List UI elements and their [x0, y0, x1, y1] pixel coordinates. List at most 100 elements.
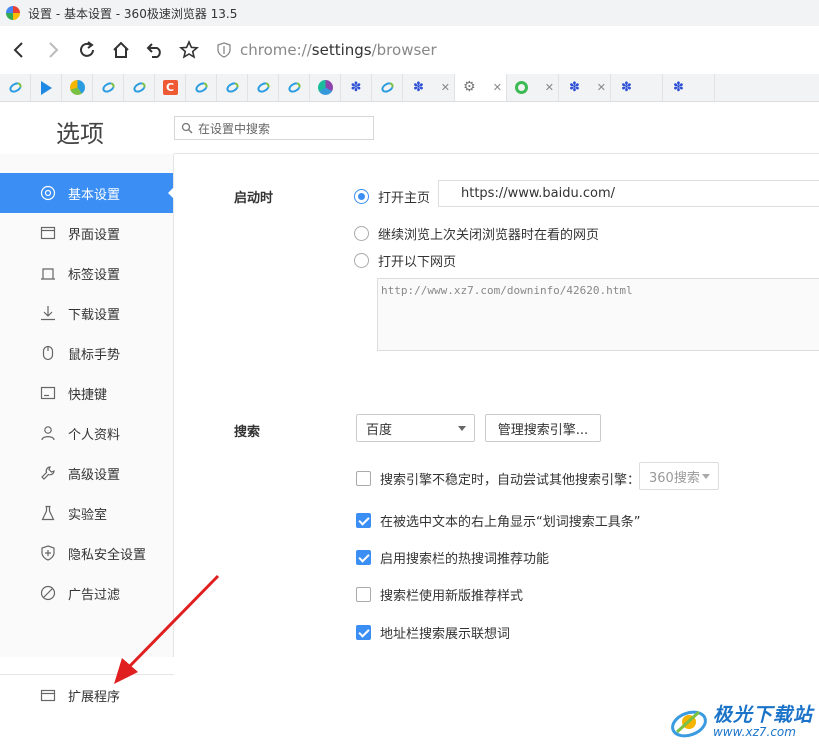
- browser-logo-icon: [6, 6, 20, 20]
- sidebar-item-lab[interactable]: 实验室: [0, 493, 173, 533]
- undo-close-button[interactable]: [138, 33, 172, 67]
- sidebar-item-shortcuts[interactable]: 快捷键: [0, 373, 173, 413]
- tab[interactable]: [310, 74, 341, 101]
- checkbox[interactable]: [356, 625, 371, 640]
- tab[interactable]: [279, 74, 310, 101]
- sidebar-item-label: 标签设置: [68, 267, 121, 283]
- chevron-right-icon: [49, 42, 59, 58]
- new-style-option[interactable]: 搜索栏使用新版推荐样式: [356, 585, 523, 604]
- tab-strip: C ✽ ✽ ✕ ⚙ ✕ ✕ ✽ ✕ ✽ ✽: [0, 74, 819, 102]
- star-icon: [179, 40, 199, 59]
- sidebar-item-label: 高级设置: [68, 467, 121, 483]
- search-placeholder: 在设置中搜索: [198, 121, 271, 136]
- forward-button[interactable]: [36, 33, 70, 67]
- hot-words-option[interactable]: 启用搜索栏的热搜词推荐功能: [356, 548, 549, 567]
- tab[interactable]: ✽: [611, 74, 663, 101]
- tab[interactable]: [0, 74, 31, 101]
- tab[interactable]: ✽: [341, 74, 372, 101]
- divider: [0, 674, 174, 675]
- settings-search-input[interactable]: 在设置中搜索: [174, 116, 374, 140]
- q-circle-icon: [515, 81, 528, 94]
- close-tab-icon[interactable]: ✕: [441, 81, 450, 94]
- tab[interactable]: [248, 74, 279, 101]
- checkbox[interactable]: [356, 513, 371, 528]
- tab[interactable]: [217, 74, 248, 101]
- 360-logo-icon: [317, 80, 333, 95]
- wrench-icon: [40, 465, 56, 481]
- startup-continue-option[interactable]: 继续浏览上次关闭浏览器时在看的网页: [354, 224, 599, 243]
- sidebar-item-advanced[interactable]: 高级设置: [0, 453, 173, 493]
- fallback-engine-option[interactable]: 搜索引擎不稳定时，自动尝试其他搜索引擎：: [356, 469, 640, 488]
- tab[interactable]: ✕: [507, 74, 559, 101]
- startup-homepage-option[interactable]: 打开主页: [354, 187, 430, 206]
- checkbox[interactable]: [356, 471, 371, 486]
- reload-icon: [80, 41, 94, 57]
- undo-icon: [146, 43, 161, 58]
- checkbox[interactable]: [356, 587, 371, 602]
- search-engine-select[interactable]: 百度: [356, 414, 475, 442]
- sidebar-item-profile[interactable]: 个人资料: [0, 413, 173, 453]
- tab[interactable]: ✽ ✕: [559, 74, 611, 101]
- tab[interactable]: ✽: [663, 74, 715, 101]
- tab[interactable]: [186, 74, 217, 101]
- url-scheme: chrome://: [240, 41, 312, 59]
- manage-engines-button[interactable]: 管理搜索引擎...: [485, 414, 601, 442]
- download-icon: [40, 305, 56, 321]
- sidebar-item-gestures[interactable]: 鼠标手势: [0, 333, 173, 373]
- sidebar-item-label: 下载设置: [68, 307, 121, 323]
- tab-icon: [40, 265, 56, 281]
- sidebar-item-download[interactable]: 下载设置: [0, 293, 173, 333]
- option-label: 打开以下网页: [378, 255, 457, 270]
- gear-circle-icon: [40, 185, 56, 201]
- ie-e-icon: [131, 80, 147, 95]
- radio-button[interactable]: [354, 253, 369, 268]
- close-tab-icon[interactable]: ✕: [493, 81, 502, 94]
- home-button[interactable]: [104, 33, 138, 67]
- sidebar-item-privacy[interactable]: 隐私安全设置: [0, 533, 173, 573]
- option-label: 继续浏览上次关闭浏览器时在看的网页: [378, 228, 600, 243]
- reload-button[interactable]: [70, 33, 104, 67]
- sidebar-item-adblock[interactable]: 广告过滤: [0, 573, 173, 613]
- radio-button[interactable]: [354, 189, 369, 204]
- flask-icon: [40, 505, 56, 521]
- sidebar-item-basic[interactable]: 基本设置: [0, 173, 174, 213]
- tab[interactable]: [372, 74, 403, 101]
- page-title: 选项: [56, 120, 104, 148]
- tab[interactable]: ✽ ✕: [403, 74, 455, 101]
- selection-toolbar-option[interactable]: 在被选中文本的右上角显示“划词搜索工具条”: [356, 511, 640, 530]
- bookmark-button[interactable]: [172, 33, 206, 67]
- sidebar-item-label: 基本设置: [68, 187, 121, 203]
- shield-plus-icon: [40, 545, 56, 561]
- back-button[interactable]: [2, 33, 36, 67]
- tab[interactable]: [62, 74, 93, 101]
- sidebar-item-extensions[interactable]: 扩展程序: [0, 677, 174, 713]
- checkbox[interactable]: [356, 550, 371, 565]
- homepage-url-input[interactable]: https://www.baidu.com/: [438, 180, 819, 207]
- fallback-engine-select[interactable]: 360搜索: [639, 462, 719, 490]
- startup-pages-textarea[interactable]: http://www.xz7.com/downinfo/42620.html: [377, 278, 819, 351]
- watermark-text: 极光下载站 www.xz7.com: [713, 705, 813, 739]
- option-label: 地址栏搜索展示联想词: [380, 627, 511, 642]
- startup-section-label: 启动时: [234, 191, 274, 206]
- sidebar-item-interface[interactable]: 界面设置: [0, 213, 173, 253]
- address-suggest-option[interactable]: 地址栏搜索展示联想词: [356, 623, 510, 642]
- tab[interactable]: C: [155, 74, 186, 101]
- sidebar-item-label: 个人资料: [68, 427, 121, 443]
- sidebar-item-label: 鼠标手势: [68, 347, 121, 363]
- chevron-down-icon: [702, 474, 710, 479]
- close-tab-icon[interactable]: ✕: [545, 81, 554, 94]
- sidebar-item-tabs[interactable]: 标签设置: [0, 253, 173, 293]
- url-host: settings: [311, 41, 372, 59]
- baidu-paw-icon: ✽: [569, 80, 580, 95]
- close-tab-icon[interactable]: ✕: [597, 81, 606, 94]
- tab[interactable]: [31, 74, 62, 101]
- browser-ball-icon: [69, 80, 85, 95]
- radio-button[interactable]: [354, 226, 369, 241]
- address-bar[interactable]: chrome://settings/browser: [216, 36, 776, 64]
- tab-settings[interactable]: ⚙ ✕: [455, 74, 507, 101]
- ie-e-icon: [100, 80, 116, 95]
- watermark-logo-icon: [669, 702, 709, 742]
- startup-pages-option[interactable]: 打开以下网页: [354, 251, 456, 270]
- tab[interactable]: [93, 74, 124, 101]
- tab[interactable]: [124, 74, 155, 101]
